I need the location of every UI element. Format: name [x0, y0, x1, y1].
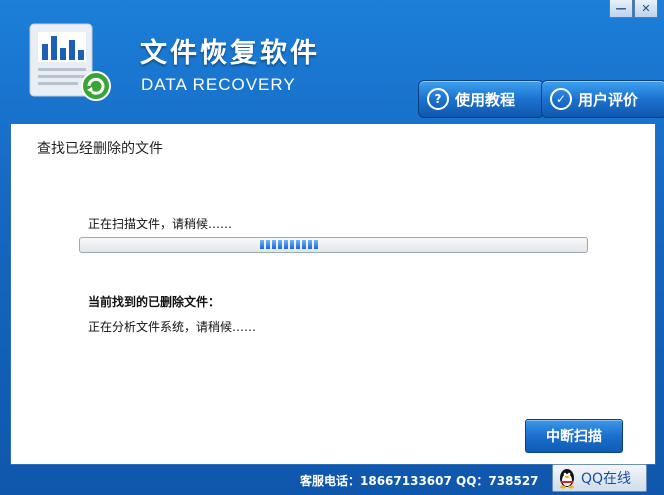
- progress-chunk: [260, 240, 264, 249]
- section-title: 查找已经删除的文件: [37, 141, 163, 157]
- progress-chunk: [266, 240, 270, 249]
- content-panel: 查找已经删除的文件 正在扫描文件，请稍候…… 当前找到的已删除文件： 正在分析文…: [10, 123, 656, 465]
- help-icon: ?: [427, 88, 449, 110]
- contact-info: 客服电话：18667133607 QQ：738527: [300, 474, 539, 488]
- qq-online-button[interactable]: QQ在线: [552, 464, 647, 492]
- app-title: 文件恢复软件: [140, 38, 320, 69]
- review-label: 用户评价: [578, 90, 639, 109]
- scan-progress-bar: [79, 237, 588, 253]
- analyze-status: 正在分析文件系统，请稍候……: [88, 320, 257, 334]
- progress-chunk: [290, 240, 294, 249]
- stop-scan-button[interactable]: 中断扫描: [525, 419, 623, 453]
- review-button[interactable]: ✓ 用户评价: [541, 80, 664, 118]
- minimize-button[interactable]: —: [609, 0, 633, 18]
- tutorial-label: 使用教程: [455, 90, 516, 109]
- qq-online-label: QQ在线: [581, 471, 632, 487]
- progress-chunk: [272, 240, 276, 249]
- main-window: — ✕ 文件恢复软件 DATA RECOVERY ? 使用教程 ✓ 用户评价 查…: [0, 0, 664, 495]
- close-button[interactable]: ✕: [634, 0, 658, 18]
- app-logo-icon: [29, 23, 111, 101]
- tutorial-button[interactable]: ? 使用教程: [418, 80, 544, 118]
- qq-penguin-icon: [560, 469, 574, 489]
- scan-status: 正在扫描文件，请稍候……: [88, 217, 233, 231]
- window-controls: — ✕: [609, 0, 658, 18]
- progress-chunk: [278, 240, 282, 249]
- progress-indicator: [260, 240, 318, 249]
- progress-chunk: [314, 240, 318, 249]
- progress-chunk: [284, 240, 288, 249]
- progress-chunk: [302, 240, 306, 249]
- found-files-title: 当前找到的已删除文件：: [88, 295, 221, 309]
- review-icon: ✓: [550, 88, 572, 110]
- progress-chunk: [296, 240, 300, 249]
- app-subtitle: DATA RECOVERY: [141, 75, 296, 94]
- progress-chunk: [308, 240, 312, 249]
